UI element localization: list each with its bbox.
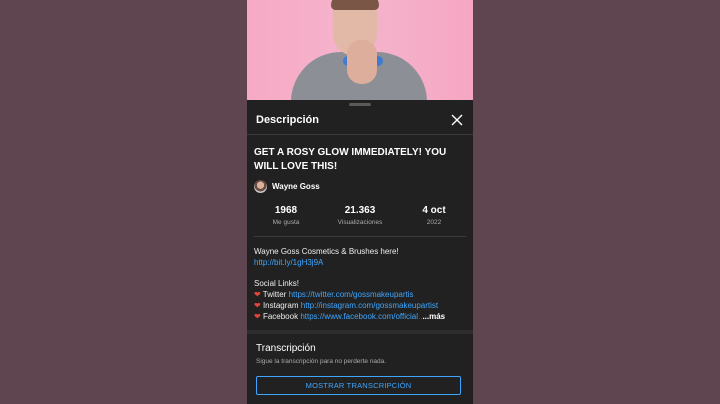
close-icon[interactable] bbox=[449, 112, 465, 128]
heart-icon: ❤ bbox=[254, 311, 261, 321]
phone-screen: Descripción GET A ROSY GLOW IMMEDIATELY!… bbox=[247, 0, 473, 404]
video-person-hair bbox=[331, 0, 379, 10]
video-person-hand bbox=[347, 40, 377, 84]
instagram-link[interactable]: http://instagram.com/gossmakeupartist bbox=[301, 301, 438, 310]
likes-count: 1968 bbox=[274, 205, 298, 216]
upload-date: 4 oct bbox=[422, 205, 446, 216]
description-line: Wayne Goss Cosmetics & Brushes here! bbox=[254, 247, 399, 256]
video-player[interactable] bbox=[247, 0, 473, 100]
transcript-title: Transcripción bbox=[256, 343, 316, 354]
stats-divider bbox=[254, 236, 466, 237]
heart-icon: ❤ bbox=[254, 300, 261, 310]
show-transcript-button[interactable]: MOSTRAR TRANSCRIPCIÓN bbox=[256, 376, 461, 395]
social-heading: Social Links! bbox=[254, 279, 299, 289]
stat-likes: 1968 Me gusta bbox=[251, 205, 321, 226]
likes-label: Me gusta bbox=[272, 219, 300, 226]
section-divider bbox=[247, 330, 473, 334]
views-count: 21.363 bbox=[344, 205, 376, 216]
channel-name[interactable]: Wayne Goss bbox=[272, 182, 320, 191]
instagram-label: Instagram bbox=[262, 300, 299, 310]
twitter-label: Twitter bbox=[262, 290, 287, 300]
heart-icon: ❤ bbox=[254, 290, 261, 300]
upload-year: 2022 bbox=[426, 219, 442, 226]
description-text: Wayne Goss Cosmetics & Brushes here! htt… bbox=[254, 247, 468, 323]
stat-views: 21.363 Visualizaciones bbox=[325, 205, 395, 226]
twitter-link[interactable]: https://twitter.com/gossmakeupartis bbox=[289, 290, 414, 299]
description-link[interactable]: http://bit.ly/1gH3j9A bbox=[254, 258, 323, 267]
header-divider bbox=[247, 134, 473, 135]
video-title: GET A ROSY GLOW IMMEDIATELY! YOU WILL LO… bbox=[254, 147, 447, 172]
avatar[interactable] bbox=[254, 180, 267, 193]
facebook-link[interactable]: https://www.facebook.com/official bbox=[300, 312, 418, 321]
stat-date: 4 oct 2022 bbox=[399, 205, 469, 226]
views-label: Visualizaciones bbox=[337, 219, 383, 226]
channel-row[interactable]: Wayne Goss bbox=[254, 180, 320, 193]
panel-title: Descripción bbox=[256, 114, 319, 126]
transcript-subtitle: Sigue la transcripción para no perderte … bbox=[256, 358, 387, 365]
drag-handle[interactable] bbox=[349, 103, 371, 106]
facebook-label: Facebook bbox=[262, 311, 299, 321]
description-panel: Descripción GET A ROSY GLOW IMMEDIATELY!… bbox=[247, 100, 473, 404]
more-button[interactable]: ...más bbox=[422, 312, 445, 321]
